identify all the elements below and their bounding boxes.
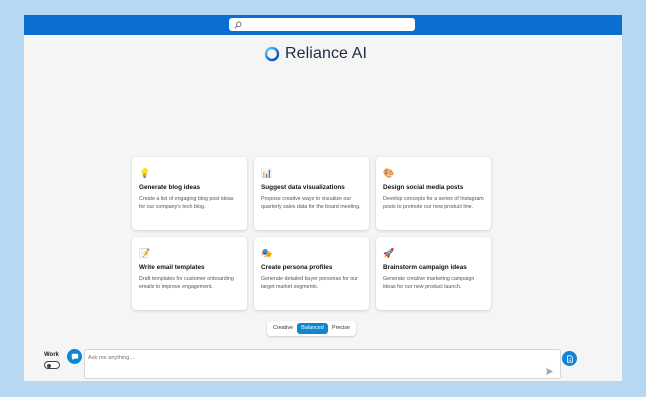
work-toggle[interactable] [44, 361, 60, 369]
mode-balanced[interactable]: Balanced [297, 323, 328, 334]
search-icon [234, 21, 242, 28]
top-bar [24, 15, 622, 35]
card-generate-blog-ideas[interactable]: 💡 Generate blog ideas Create a list of e… [132, 157, 247, 230]
card-description: Propose creative ways to visualize our q… [261, 196, 361, 210]
theater-masks-icon: 🎭 [261, 248, 273, 258]
card-description: Draft templates for customer onboarding … [139, 276, 234, 290]
card-title: Generate blog ideas [139, 184, 201, 191]
work-label: Work [44, 352, 59, 358]
app-title: Reliance AI [285, 45, 368, 62]
lightbulb-icon: 💡 [139, 168, 151, 178]
suggestion-cards: 💡 Generate blog ideas Create a list of e… [132, 157, 492, 310]
reliance-logo-icon [264, 46, 280, 62]
search-bar[interactable] [229, 18, 415, 31]
card-title: Suggest data visualizations [261, 184, 345, 191]
card-suggest-data-visualizations[interactable]: 📊 Suggest data visualizations Propose cr… [254, 157, 369, 230]
card-design-social-media-posts[interactable]: 🎨 Design social media posts Develop conc… [376, 157, 491, 230]
card-brainstorm-campaign-ideas[interactable]: 🚀 Brainstorm campaign ideas Generate cre… [376, 237, 491, 310]
card-write-email-templates[interactable]: 📝 Write email templates Draft templates … [132, 237, 247, 310]
send-icon[interactable] [545, 367, 554, 376]
search-input[interactable] [245, 19, 415, 30]
chat-input[interactable] [88, 353, 528, 362]
document-icon [566, 354, 573, 363]
toggle-knob [47, 363, 51, 368]
app-window: Reliance AI 💡 Generate blog ideas Create… [24, 15, 622, 381]
card-title: Brainstorm campaign ideas [383, 264, 467, 271]
card-title: Design social media posts [383, 184, 464, 191]
card-description: Create a list of engaging blog post idea… [139, 196, 234, 210]
mode-creative[interactable]: Creative [269, 323, 297, 334]
chat-input-box [84, 349, 561, 379]
card-description: Generate detailed buyer personas for our… [261, 276, 358, 290]
attach-document-button[interactable] [562, 351, 577, 366]
palette-icon: 🎨 [383, 168, 395, 178]
card-title: Write email templates [139, 264, 205, 271]
brand-header: Reliance AI [264, 43, 367, 65]
new-chat-button[interactable] [67, 349, 82, 364]
memo-icon: 📝 [139, 248, 151, 258]
card-description: Develop concepts for a series of Instagr… [383, 196, 484, 210]
card-description: Generate creative marketing campaign ide… [383, 276, 475, 290]
card-create-persona-profiles[interactable]: 🎭 Create persona profiles Generate detai… [254, 237, 369, 310]
chat-bubble-icon [71, 353, 78, 360]
card-title: Create persona profiles [261, 264, 333, 271]
rocket-icon: 🚀 [383, 248, 395, 258]
bar-chart-icon: 📊 [261, 168, 273, 178]
mode-precise[interactable]: Precise [328, 323, 354, 334]
conversation-style-selector: Creative Balanced Precise [267, 321, 356, 336]
